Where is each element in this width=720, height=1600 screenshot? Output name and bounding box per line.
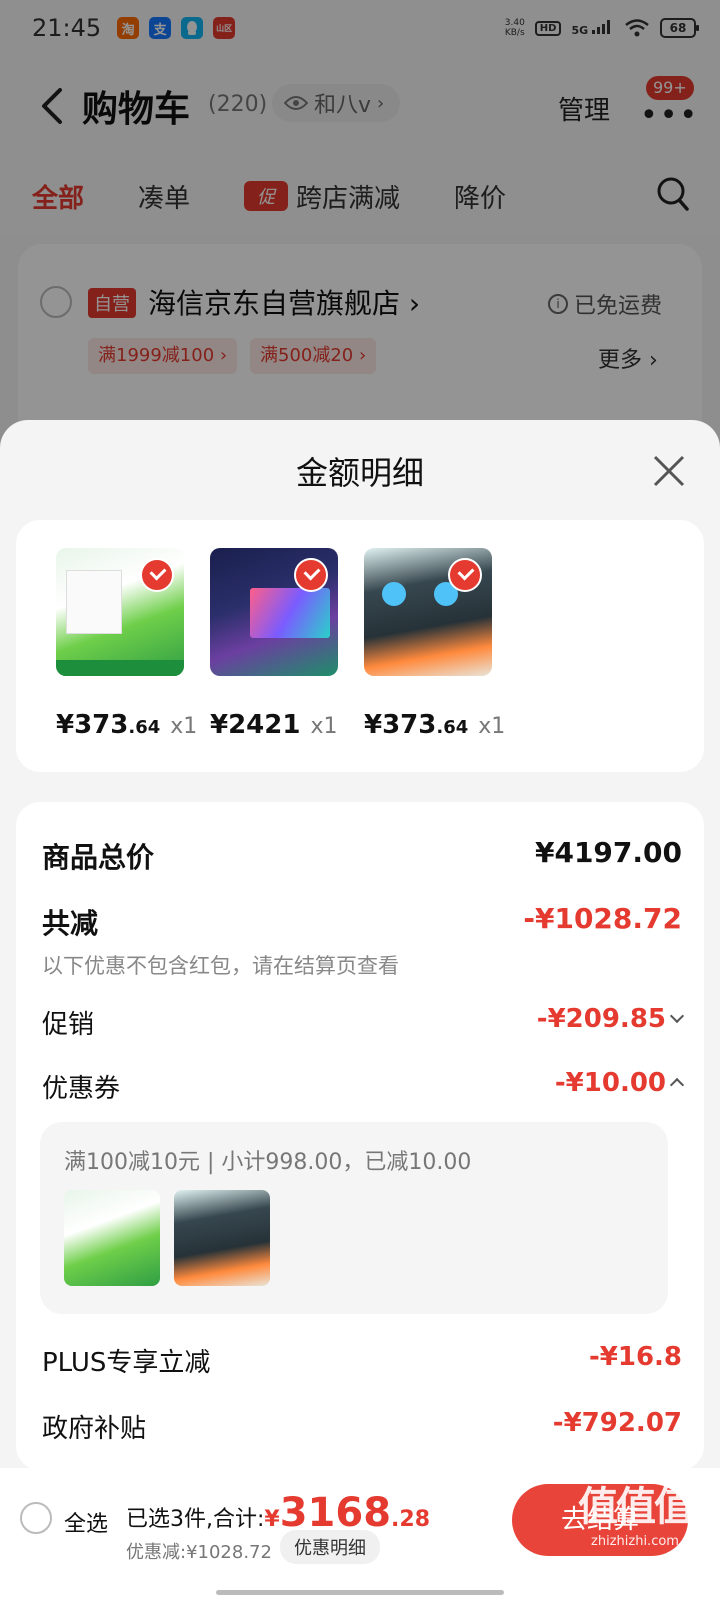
fridge-graphic <box>66 570 122 634</box>
selected-check-icon <box>140 558 174 592</box>
amount-detail-sheet: 金额明细 ¥373.64 x1 ¥2421 x1 ¥373.64 x1 商品总价… <box>0 420 720 1600</box>
coupon-product-image-fridge <box>64 1190 160 1286</box>
product-item[interactable]: ¥2421 x1 <box>210 548 340 740</box>
sheet-title: 金额明细 <box>295 454 424 492</box>
currency-symbol: ¥ <box>264 1507 280 1532</box>
product-qty: x1 <box>478 714 506 739</box>
discount-summary: 优惠减:¥1028.72 <box>126 1542 272 1563</box>
total-reduce-label: 共减 <box>42 907 99 940</box>
price-int: ¥373 <box>56 710 129 740</box>
tv-screen-graphic <box>250 588 330 638</box>
price-dec: .64 <box>128 717 161 738</box>
watermark-url: zhizhizhi.com <box>591 1534 679 1549</box>
product-price: ¥373.64 x1 <box>364 710 505 740</box>
price-int: ¥2421 <box>210 710 301 740</box>
subtotal-row: 商品总价 ¥4197.00 <box>42 836 682 876</box>
product-image-tv <box>210 548 338 676</box>
product-image-fridge <box>56 548 184 676</box>
product-item[interactable]: ¥373.64 x1 <box>364 548 505 740</box>
burner-graphic <box>382 582 406 606</box>
discount-detail-button[interactable]: 优惠明细 <box>280 1530 380 1564</box>
product-item[interactable]: ¥373.64 x1 <box>56 548 197 740</box>
selected-check-icon <box>294 558 328 592</box>
gov-subsidy-value: -¥792.07 <box>552 1408 682 1438</box>
reduce-note: 以下优惠不包含红包，请在结算页查看 <box>42 954 399 978</box>
product-price: ¥2421 x1 <box>210 710 340 740</box>
total-reduce-value: -¥1028.72 <box>523 902 682 935</box>
banner-strip <box>56 660 184 676</box>
total-reduce-row: 共减 -¥1028.72 以下优惠不包含红包，请在结算页查看 <box>42 902 682 980</box>
price-details: 商品总价 ¥4197.00 共减 -¥1028.72 以下优惠不包含红包，请在结… <box>16 802 704 1470</box>
coupon-product-image-stove <box>174 1190 270 1286</box>
product-price: ¥373.64 x1 <box>56 710 197 740</box>
chevron-up-icon <box>669 1077 685 1092</box>
promotion-label: 促销 <box>42 1010 95 1040</box>
home-indicator[interactable] <box>216 1590 504 1595</box>
promotion-row[interactable]: 促销 -¥209.85 <box>42 1004 685 1041</box>
selection-summary: 已选3件,合计:¥3168.28 <box>126 1490 430 1536</box>
product-qty: x1 <box>170 714 198 739</box>
price-dec: .64 <box>436 717 469 738</box>
product-image-stove <box>364 548 492 676</box>
promotion-amount: -¥209.85 <box>536 1004 666 1034</box>
coupon-label: 优惠券 <box>42 1074 121 1104</box>
coupon-detail-text: 满100减10元 | 小计998.00，已减10.00 <box>64 1150 472 1175</box>
watermark-logo: 值值值 <box>578 1484 694 1530</box>
chevron-down-icon <box>669 1008 685 1023</box>
watermark: 值值值 zhizhizhi.com <box>560 1474 710 1549</box>
gov-subsidy-row: 政府补贴 -¥792.07 <box>42 1408 682 1445</box>
coupon-row[interactable]: 优惠券 -¥10.00 <box>42 1068 685 1105</box>
close-icon[interactable] <box>652 454 686 488</box>
subtotal-value: ¥4197.00 <box>534 836 682 869</box>
selected-check-icon <box>448 558 482 592</box>
total-decimal: .28 <box>391 1507 431 1532</box>
subtotal-label: 商品总价 <box>42 841 155 874</box>
select-all-label[interactable]: 全选 <box>64 1506 108 1538</box>
coupon-amount: -¥10.00 <box>554 1068 666 1098</box>
price-int: ¥373 <box>364 710 437 740</box>
select-all-radio[interactable] <box>20 1502 52 1534</box>
plus-discount-row: PLUS专享立减 -¥16.8 <box>42 1342 682 1379</box>
product-qty: x1 <box>310 714 338 739</box>
coupon-value: -¥10.00 <box>554 1068 685 1098</box>
plus-discount-label: PLUS专享立减 <box>42 1348 211 1378</box>
promotion-value: -¥209.85 <box>536 1004 685 1034</box>
selected-count-label: 已选3件,合计: <box>126 1507 265 1532</box>
plus-discount-value: -¥16.8 <box>588 1342 682 1372</box>
gov-subsidy-label: 政府补贴 <box>42 1414 147 1444</box>
coupon-detail-box: 满100减10元 | 小计998.00，已减10.00 <box>40 1122 668 1314</box>
selected-products: ¥373.64 x1 ¥2421 x1 ¥373.64 x1 <box>16 520 704 772</box>
